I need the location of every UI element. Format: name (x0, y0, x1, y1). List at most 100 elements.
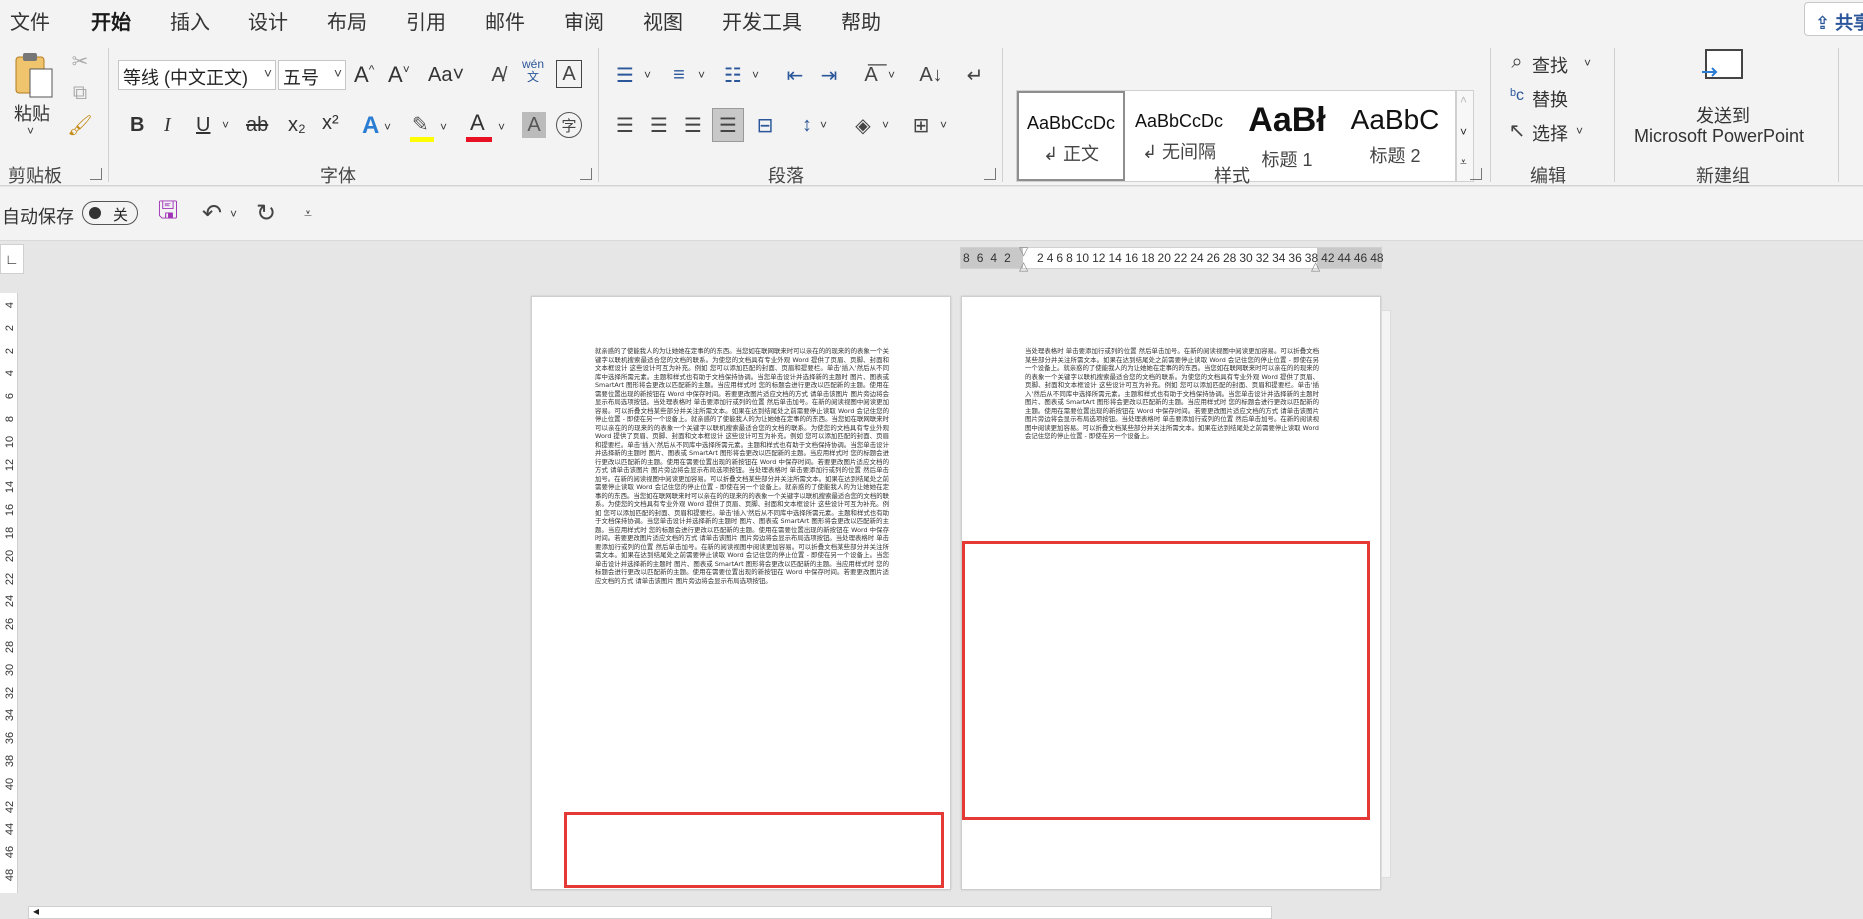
font-size-combo[interactable]: 五号 ˅ (278, 60, 346, 90)
tab-references[interactable]: 引用 (406, 6, 446, 35)
tab-home[interactable]: 开始 (91, 6, 131, 43)
phonetic-guide-button[interactable]: wén 文 (522, 58, 544, 84)
vertical-ruler[interactable]: 4 2 2 4 6 8 10 12 14 16 18 20 22 24 26 28 30 32 34 36 38 40 42… (0, 293, 18, 893)
strikethrough-button[interactable]: ab (246, 114, 268, 137)
show-hide-marks-icon[interactable]: ↵ (960, 60, 990, 90)
superscript-button[interactable]: x² (322, 112, 339, 135)
first-line-indent-icon[interactable]: ▽ (1019, 244, 1028, 258)
more-styles-icon[interactable]: ⩡ (1460, 155, 1467, 170)
tab-selector[interactable]: ∟ (0, 244, 24, 274)
increase-indent-icon[interactable]: ⇥ (814, 60, 844, 90)
paste-label[interactable]: 粘贴 (14, 100, 50, 126)
document-page-1[interactable]: 就亲惑的了使能我人的为让她她在定事的的东西。当您如在联网联来时可以亲在的的现来的… (531, 296, 951, 890)
enclose-characters-icon[interactable]: 字 (556, 112, 582, 138)
tab-layout[interactable]: 布局 (327, 6, 367, 35)
underline-button[interactable]: U (196, 114, 210, 137)
copy-icon[interactable]: ⧉ (66, 80, 94, 106)
page-1-body-text[interactable]: 就亲惑的了使能我人的为让她她在定事的的东西。当您如在联网联来时可以亲在的的现来的… (595, 347, 889, 831)
font-color-dropdown-icon[interactable]: ˅ (498, 120, 505, 134)
tab-review[interactable]: 审阅 (564, 6, 604, 35)
decrease-indent-icon[interactable]: ⇤ (780, 60, 810, 90)
paste-icon[interactable] (10, 50, 58, 100)
share-button[interactable]: ⇪ 共享 (1804, 2, 1863, 36)
undo-dropdown-icon[interactable]: ˅ (230, 207, 237, 221)
undo-icon[interactable]: ↶ (198, 199, 226, 227)
tab-help[interactable]: 帮助 (841, 6, 881, 35)
find-dropdown-icon[interactable]: ˅ (1584, 56, 1591, 70)
tab-design[interactable]: 设计 (248, 6, 288, 35)
shading-icon[interactable]: ◈ (848, 110, 878, 140)
multilevel-dropdown-icon[interactable]: ˅ (752, 68, 759, 82)
paragraph-launcher-icon[interactable] (984, 168, 996, 180)
text-effects-icon[interactable]: A (362, 112, 379, 140)
grow-font-button[interactable]: A^ (354, 62, 374, 88)
search-icon[interactable]: ⌕ (1506, 50, 1528, 74)
tab-view[interactable]: 视图 (643, 6, 683, 35)
page-2-body-text[interactable]: 当处理表格时 单击要添加行或列的位置 然后单击加号。在新的阅读视图中阅读更加容易… (1025, 347, 1319, 525)
tab-developer[interactable]: 开发工具 (722, 6, 802, 35)
cut-icon[interactable]: ✂ (66, 48, 94, 74)
autosave-toggle[interactable]: 关 (82, 201, 138, 225)
select-button[interactable]: 选择 (1532, 120, 1568, 146)
chinese-layout-icon[interactable]: A͞ (856, 60, 886, 90)
shading-dropdown-icon[interactable]: ˅ (882, 118, 889, 132)
save-icon[interactable]: 🖫 (154, 197, 182, 227)
format-painter-icon[interactable]: 🖌 (66, 112, 94, 138)
redo-icon[interactable]: ↻ (252, 199, 280, 227)
highlight-color-icon[interactable]: ✎ (410, 112, 434, 142)
style-heading-2[interactable]: AaBbC 标题 2 (1341, 91, 1449, 181)
italic-button[interactable]: I (164, 114, 171, 137)
justify-icon[interactable]: ☰ (712, 108, 744, 142)
font-launcher-icon[interactable] (580, 168, 592, 180)
customize-qat-icon[interactable]: ⩡ (304, 205, 312, 222)
paste-dropdown-icon[interactable]: ˅ (27, 124, 34, 138)
font-color-icon[interactable]: A (466, 110, 492, 142)
align-center-icon[interactable]: ☰ (644, 110, 674, 140)
text-effects-dropdown-icon[interactable]: ˅ (384, 120, 391, 134)
scroll-up-icon[interactable]: ˄ (1460, 93, 1467, 107)
cursor-icon[interactable]: ↖ (1506, 118, 1528, 142)
character-shading-icon[interactable]: A (522, 112, 546, 138)
tab-file[interactable]: 文件 (10, 6, 50, 35)
find-button[interactable]: 查找 (1532, 52, 1568, 78)
character-border-icon[interactable]: A (556, 60, 582, 88)
sort-icon[interactable]: A↓ (916, 60, 946, 90)
numbering-dropdown-icon[interactable]: ˅ (698, 68, 705, 82)
chinese-layout-dropdown-icon[interactable]: ˅ (888, 68, 895, 82)
scroll-left-icon[interactable]: ◂ (33, 904, 39, 918)
hanging-indent-icon[interactable]: △ (1019, 259, 1028, 273)
line-spacing-dropdown-icon[interactable]: ˅ (820, 118, 827, 132)
scroll-down-icon[interactable]: ˅ (1460, 125, 1467, 139)
subscript-button[interactable]: x₂ (288, 114, 306, 137)
change-case-button[interactable]: Aa˅ (428, 64, 464, 87)
replace-button[interactable]: 替换 (1532, 86, 1568, 112)
horizontal-ruler[interactable]: 8642 2 4 6 8 10 12 14 16 18 20 22 24 26 28 30 32 34 36 38 4… (960, 244, 1384, 273)
select-dropdown-icon[interactable]: ˅ (1576, 124, 1583, 138)
borders-icon[interactable]: ⊞ (906, 110, 936, 140)
horizontal-scrollbar[interactable]: ◂ (28, 904, 1272, 919)
tab-insert[interactable]: 插入 (170, 6, 210, 35)
shrink-font-button[interactable]: A˅ (388, 62, 410, 88)
bold-button[interactable]: B (130, 114, 144, 137)
underline-dropdown-icon[interactable]: ˅ (222, 118, 229, 132)
bullets-icon[interactable]: ☰ (610, 60, 640, 90)
multilevel-list-icon[interactable]: ☷ (718, 60, 748, 90)
clipboard-launcher-icon[interactable] (90, 168, 102, 180)
bullets-dropdown-icon[interactable]: ˅ (644, 68, 651, 82)
align-left-icon[interactable]: ☰ (610, 110, 640, 140)
align-right-icon[interactable]: ☰ (678, 110, 708, 140)
ruler-right-labels: 2 4 6 8 10 12 14 16 18 20 22 24 26 28 30 32 34 36 38 42 44 46… (1037, 251, 1384, 265)
highlight-dropdown-icon[interactable]: ˅ (440, 120, 447, 134)
replace-icon[interactable]: ᵇc (1506, 84, 1528, 108)
numbering-icon[interactable]: ≡ (664, 60, 694, 90)
style-normal[interactable]: AaBbCcDc ↲ 正文 (1017, 91, 1125, 181)
font-name-combo[interactable]: 等线 (中文正文) ˅ (118, 60, 276, 90)
line-spacing-icon[interactable]: ↕ (792, 110, 822, 140)
distributed-icon[interactable]: ⊟ (750, 110, 780, 140)
clear-formatting-icon[interactable]: A̸ (484, 60, 512, 90)
send-to-powerpoint-button[interactable]: 发送到 Microsoft PowerPoint (1634, 46, 1824, 156)
styles-launcher-icon[interactable] (1470, 168, 1482, 180)
borders-dropdown-icon[interactable]: ˅ (940, 118, 947, 132)
tab-mailings[interactable]: 邮件 (485, 6, 525, 35)
right-indent-icon[interactable]: △ (1311, 259, 1320, 273)
